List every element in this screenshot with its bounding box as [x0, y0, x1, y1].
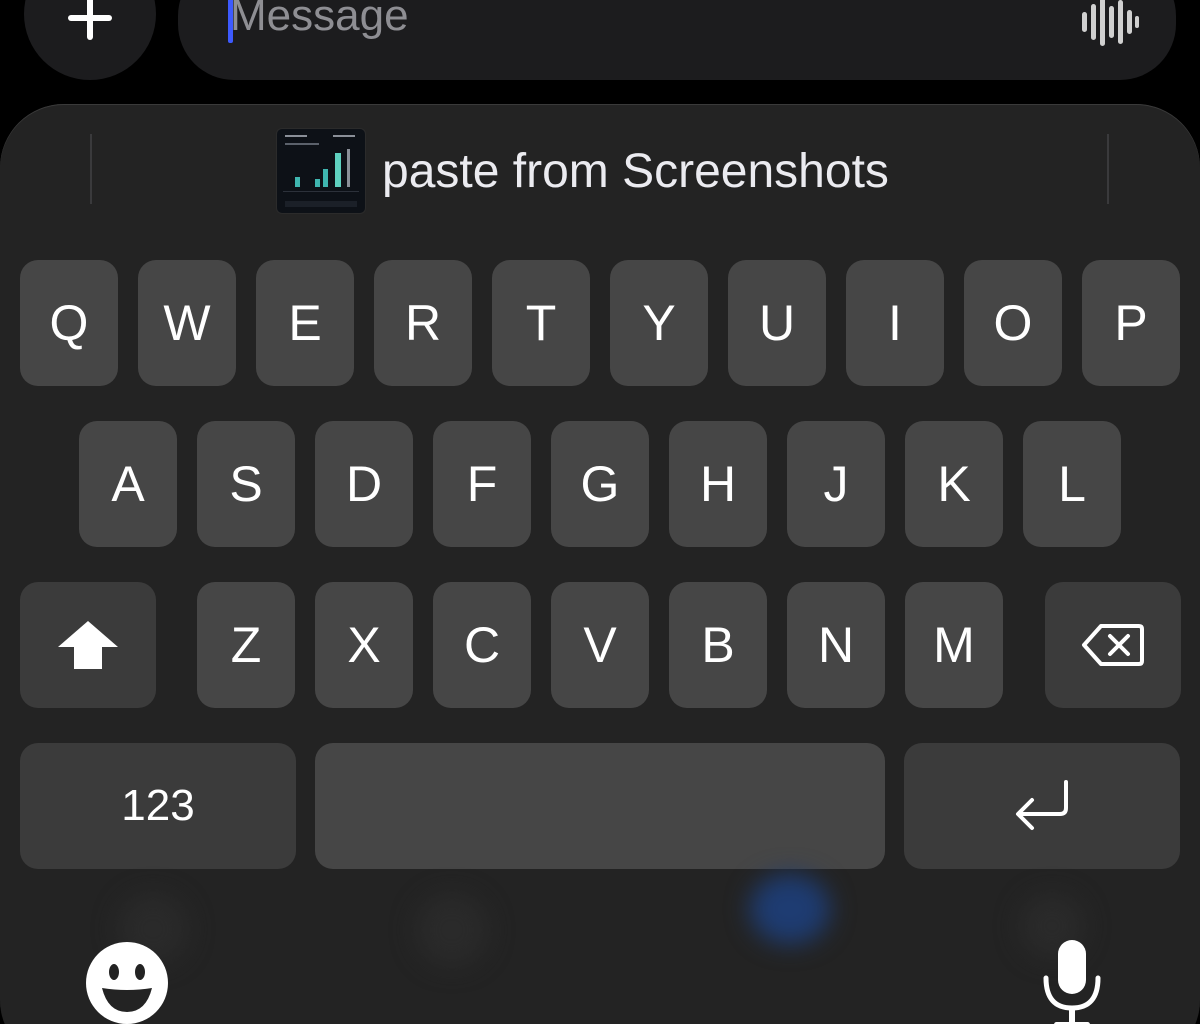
key-label: Q [49, 295, 89, 351]
key-j[interactable]: J [787, 421, 885, 547]
key-o[interactable]: O [964, 260, 1062, 386]
key-x[interactable]: X [315, 582, 413, 708]
key-label: L [1058, 456, 1086, 512]
key-label: B [701, 617, 735, 673]
key-a[interactable]: A [79, 421, 177, 547]
key-h[interactable]: H [669, 421, 767, 547]
delete-key[interactable] [1045, 582, 1181, 708]
numbers-key[interactable]: 123 [20, 743, 296, 869]
key-label: V [583, 617, 617, 673]
key-label: M [933, 617, 975, 673]
suggestion-divider [90, 134, 92, 204]
key-label: Z [230, 617, 262, 673]
key-label: J [823, 456, 849, 512]
suggestion-divider [1107, 134, 1109, 204]
key-label: E [288, 295, 322, 351]
key-b[interactable]: B [669, 582, 767, 708]
key-label: Y [642, 295, 676, 351]
key-s[interactable]: S [197, 421, 295, 547]
return-icon [1016, 780, 1068, 830]
numbers-key-label: 123 [121, 781, 195, 830]
key-q[interactable]: Q [20, 260, 118, 386]
emoji-button[interactable] [84, 940, 170, 1024]
key-l[interactable]: L [1023, 421, 1121, 547]
key-g[interactable]: G [551, 421, 649, 547]
key-label: X [347, 617, 381, 673]
key-label: D [345, 456, 383, 512]
key-i[interactable]: I [846, 260, 944, 386]
background-blur [750, 874, 830, 944]
key-v[interactable]: V [551, 582, 649, 708]
keyboard: paste from Screenshots Q W E R T Y U I O… [0, 104, 1200, 1024]
microphone-icon [1043, 940, 1101, 1024]
key-label: U [758, 295, 796, 351]
return-key[interactable] [904, 743, 1180, 869]
key-u[interactable]: U [728, 260, 826, 386]
plus-icon [68, 0, 112, 40]
key-f[interactable]: F [433, 421, 531, 547]
emoji-icon [86, 942, 168, 1024]
key-n[interactable]: N [787, 582, 885, 708]
key-label: S [229, 456, 263, 512]
key-label: R [404, 295, 442, 351]
add-attachment-button[interactable] [24, 0, 156, 80]
key-k[interactable]: K [905, 421, 1003, 547]
key-label: P [1114, 295, 1148, 351]
key-e[interactable]: E [256, 260, 354, 386]
waveform-icon[interactable] [1080, 0, 1140, 46]
key-label: G [580, 456, 620, 512]
key-label: A [111, 456, 145, 512]
message-input[interactable]: Message [178, 0, 1176, 80]
key-label: I [888, 295, 902, 351]
key-y[interactable]: Y [610, 260, 708, 386]
key-label: W [163, 295, 211, 351]
screen: Message paste from Screenshots Q W E R T… [0, 0, 1200, 1024]
key-label: C [463, 617, 501, 673]
backspace-icon [1082, 624, 1144, 666]
paste-suggestion-label[interactable]: paste from Screenshots [382, 144, 889, 200]
key-z[interactable]: Z [197, 582, 295, 708]
key-r[interactable]: R [374, 260, 472, 386]
thumbnail-chart-icon [283, 135, 359, 207]
key-label: T [525, 295, 557, 351]
screenshot-thumbnail[interactable] [276, 128, 366, 214]
message-placeholder: Message [230, 0, 409, 40]
key-label: H [699, 456, 737, 512]
background-blur [416, 894, 488, 966]
key-p[interactable]: P [1082, 260, 1180, 386]
key-label: F [466, 456, 498, 512]
key-label: N [817, 617, 855, 673]
shift-key[interactable] [20, 582, 156, 708]
dictation-button[interactable] [1040, 940, 1104, 1024]
key-t[interactable]: T [492, 260, 590, 386]
key-c[interactable]: C [433, 582, 531, 708]
suggestion-bar: paste from Screenshots [0, 104, 1200, 244]
key-m[interactable]: M [905, 582, 1003, 708]
key-d[interactable]: D [315, 421, 413, 547]
key-label: K [937, 456, 971, 512]
space-key[interactable] [315, 743, 885, 869]
key-label: O [993, 295, 1033, 351]
key-w[interactable]: W [138, 260, 236, 386]
shift-icon [58, 621, 118, 669]
